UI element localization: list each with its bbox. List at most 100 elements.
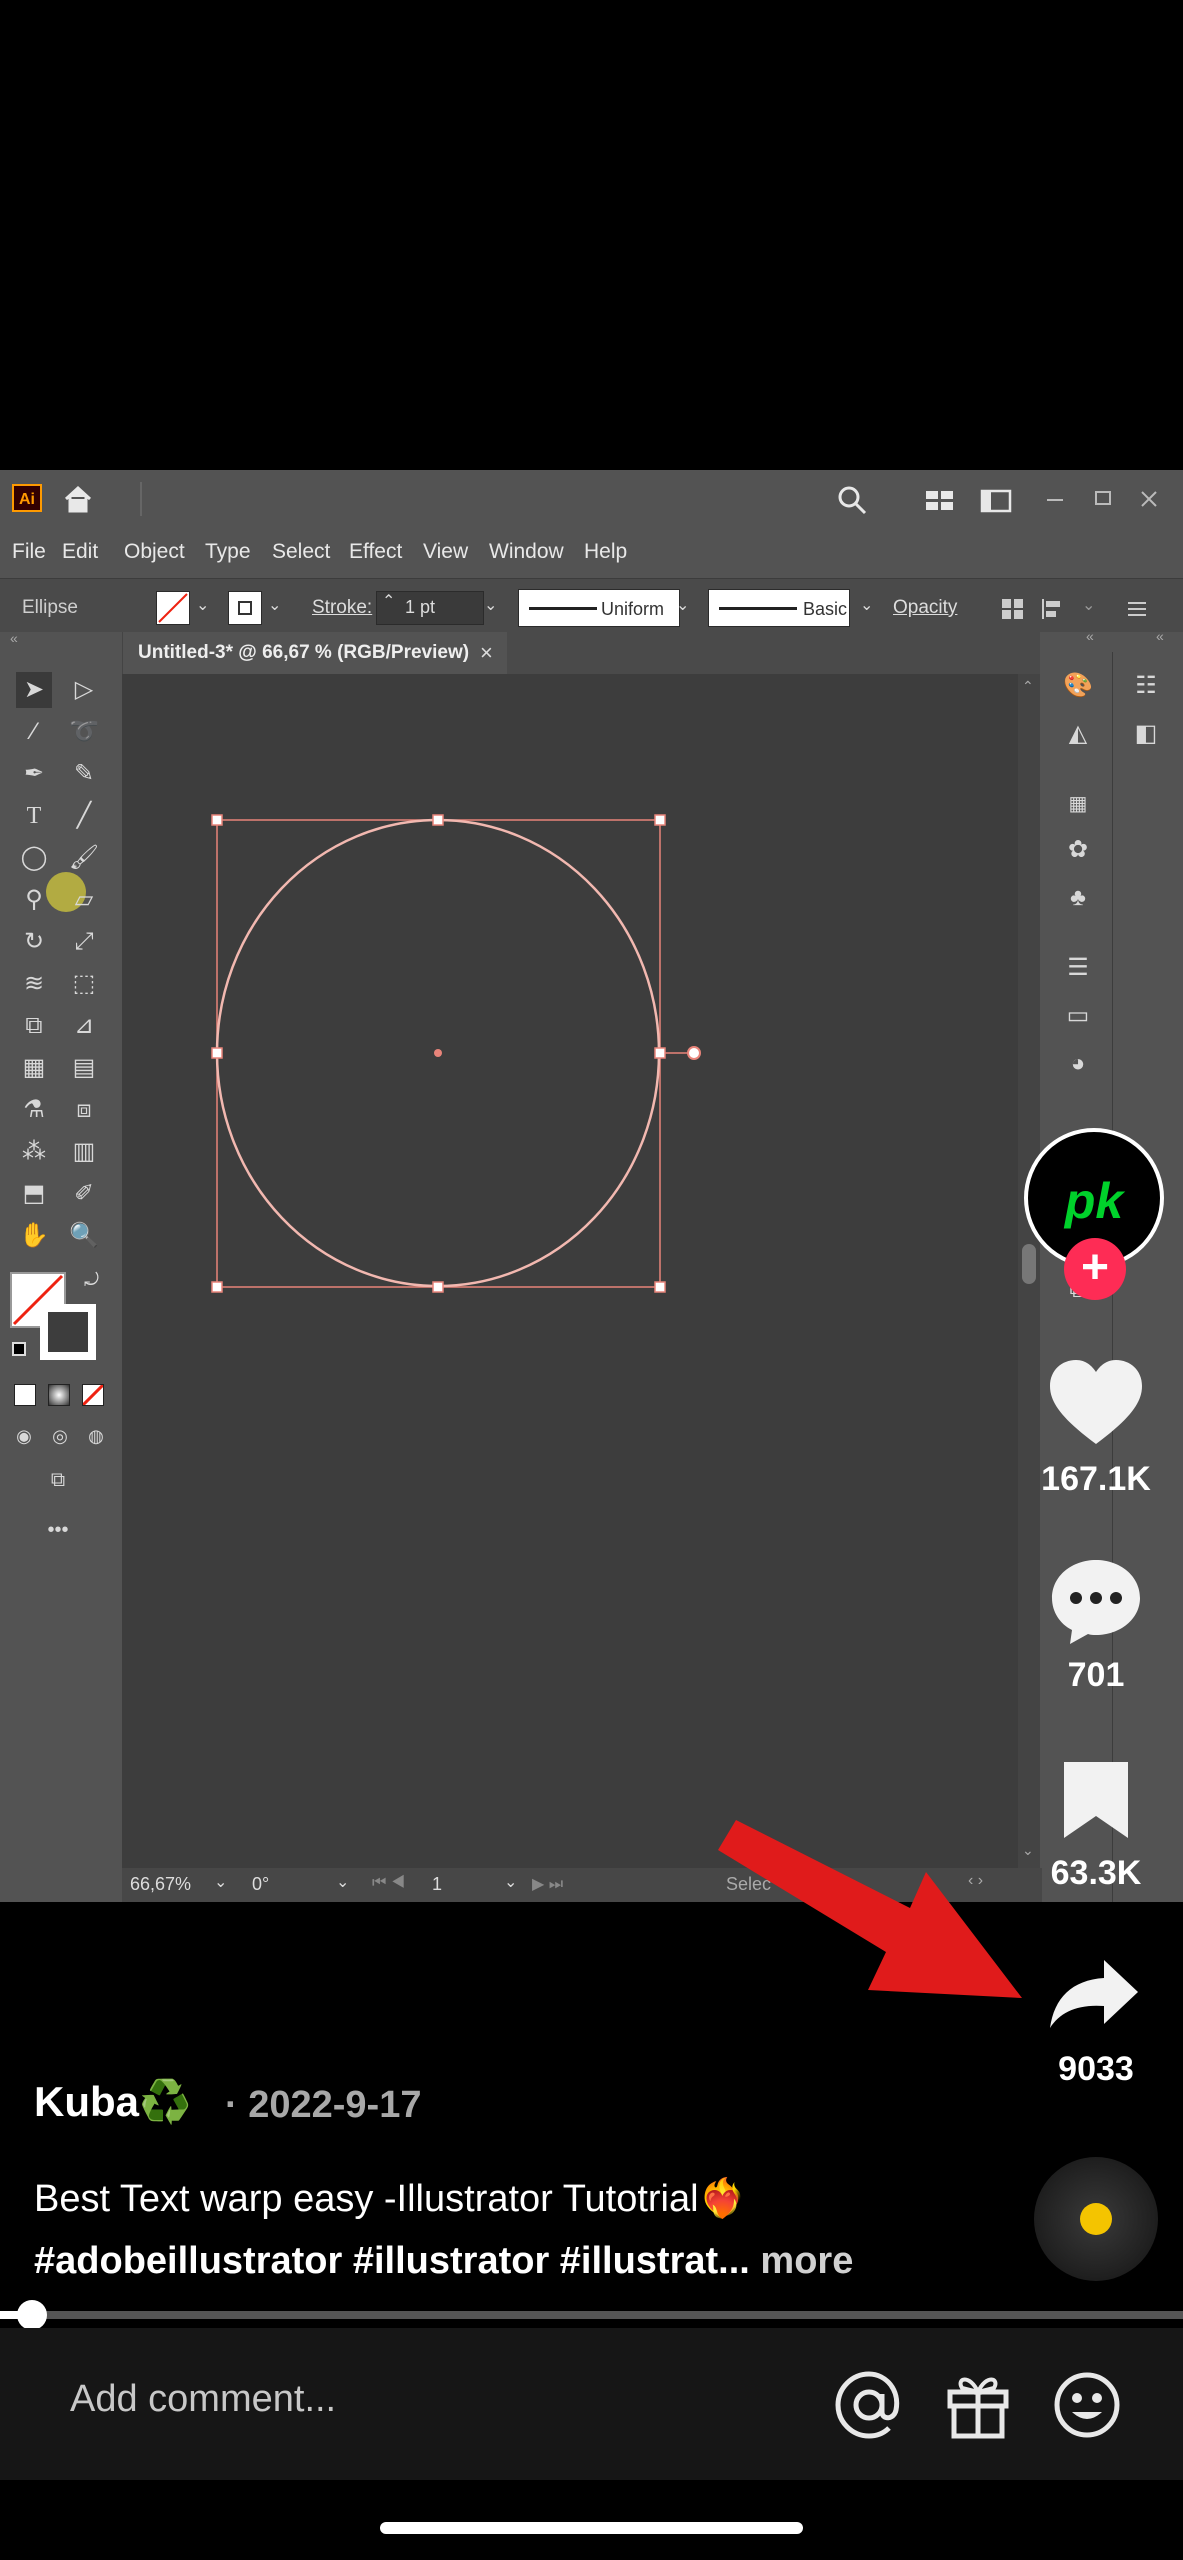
symbol-sprayer-tool-icon[interactable]: ⁂ [16, 1134, 52, 1170]
type-tool-icon[interactable]: T [16, 798, 52, 834]
color-palette-icon[interactable]: 🎨 [1060, 668, 1096, 704]
ellipse-tool-icon[interactable]: ◯ [16, 840, 52, 876]
collapse-panel-icon[interactable]: « [1086, 628, 1094, 644]
stroke-weight-chevron-down-icon[interactable]: ⌄ [484, 595, 497, 615]
color-mode-icon[interactable] [14, 1384, 36, 1406]
rotation-value[interactable]: 0° [252, 1874, 269, 1895]
scroll-thumb[interactable] [1022, 1244, 1036, 1284]
handle-top-right[interactable] [654, 814, 666, 826]
follow-button[interactable]: + [1064, 1238, 1126, 1300]
color-guide-icon[interactable]: ◭ [1060, 716, 1096, 752]
warp-tool-icon[interactable]: ≋ [16, 966, 52, 1002]
symbols-icon[interactable]: ♣ [1060, 880, 1096, 916]
eyedropper-tool-icon[interactable]: ⚗ [16, 1092, 52, 1128]
handle-left[interactable] [211, 1047, 223, 1059]
handle-bottom[interactable] [432, 1281, 444, 1293]
zoom-level[interactable]: 66,67% [130, 1874, 191, 1895]
handle-top[interactable] [432, 814, 444, 826]
comment-icon[interactable] [1048, 1558, 1144, 1644]
swap-colors-icon[interactable]: ⤾ [84, 1270, 99, 1291]
music-disc[interactable] [1034, 2157, 1158, 2281]
stroke-stepper-icon[interactable]: ⌃ [382, 591, 395, 611]
share-icon[interactable] [1048, 1958, 1140, 2030]
handle-bottom-left[interactable] [211, 1281, 223, 1293]
swatches-icon[interactable]: ▦ [1060, 786, 1096, 822]
opacity-label[interactable]: Opacity [893, 597, 957, 619]
variable-width-profile[interactable]: Uniform [518, 589, 680, 627]
rotation-chevron-down-icon[interactable]: ⌄ [336, 1872, 349, 1892]
profile-chevron-down-icon[interactable]: ⌄ [676, 595, 689, 615]
fill-chevron-down-icon[interactable]: ⌄ [196, 595, 209, 615]
artboard-canvas[interactable] [122, 674, 1018, 1870]
scale-tool-icon[interactable]: ⤢ [66, 924, 102, 960]
menu-window[interactable]: Window [489, 540, 564, 564]
first-artboard-icon[interactable]: ⏮ ◀ [372, 1874, 405, 1892]
gradient-mode-icon[interactable] [48, 1384, 70, 1406]
pie-widget-handle[interactable] [687, 1046, 701, 1060]
emoji-icon[interactable] [1052, 2370, 1122, 2440]
caption-hashtags[interactable]: #adobeillustrator #illustrator #illustra… [34, 2240, 853, 2283]
brush-definition[interactable]: Basic [708, 589, 850, 627]
menu-effect[interactable]: Effect [349, 540, 402, 564]
perspective-grid-tool-icon[interactable]: ⊿ [66, 1008, 102, 1044]
scroll-up-icon[interactable]: ⌃ [1022, 678, 1034, 695]
transparency-panel-icon[interactable]: ◕ [1060, 1046, 1096, 1082]
gift-icon[interactable] [944, 2370, 1012, 2440]
document-tab-close-icon[interactable]: × [480, 640, 493, 666]
menu-edit[interactable]: Edit [62, 540, 98, 564]
none-mode-icon[interactable] [81, 1383, 105, 1407]
document-tab-title[interactable]: Untitled-3* @ 66,67 % (RGB/Preview) [138, 642, 469, 664]
hashtags[interactable]: #adobeillustrator #illustrator #illustra… [34, 2240, 750, 2282]
stroke-weight-value[interactable]: 1 pt [405, 597, 435, 617]
line-tool-icon[interactable]: ╱ [66, 798, 102, 834]
gradient-panel-icon[interactable]: ▭ [1060, 998, 1096, 1034]
distribute-chevron-down-icon[interactable]: ⌄ [1082, 595, 1095, 615]
default-colors-icon[interactable] [12, 1342, 26, 1356]
username[interactable]: Kuba♻️ [34, 2078, 191, 2127]
window-icon[interactable] [980, 488, 1012, 514]
menu-file[interactable]: File [12, 540, 46, 564]
slice-tool-icon[interactable]: ✐ [66, 1176, 102, 1212]
fill-swatch[interactable] [156, 591, 190, 625]
arrange-icon[interactable] [924, 488, 956, 514]
comment-input[interactable]: Add comment... [70, 2378, 336, 2421]
next-artboard-icon[interactable]: ▶ ⏭ [532, 1874, 563, 1894]
pen-tool-icon[interactable]: ✒ [16, 756, 52, 792]
lasso-tool-icon[interactable]: ➰ [66, 714, 102, 750]
shape-builder-tool-icon[interactable]: ⧉ [16, 1008, 52, 1044]
minimize-icon[interactable] [1044, 488, 1066, 510]
stroke-color-swatch[interactable] [40, 1304, 96, 1360]
stroke-label[interactable]: Stroke: [312, 597, 372, 619]
shaper-tool-icon[interactable]: ⚲ [16, 882, 52, 918]
libraries-panel-icon[interactable]: ◧ [1128, 716, 1164, 752]
zoom-tool-icon[interactable]: 🔍 [66, 1218, 102, 1254]
selection-tool-icon[interactable]: ➤ [16, 672, 52, 708]
mention-icon[interactable] [834, 2370, 904, 2440]
hand-tool-icon[interactable]: ✋ [16, 1218, 52, 1254]
artboard-number[interactable]: 1 [432, 1874, 442, 1895]
search-icon[interactable] [836, 484, 868, 516]
maximize-icon[interactable] [1092, 488, 1114, 510]
draw-inside-icon[interactable]: ◍ [78, 1418, 114, 1454]
more-link[interactable]: more [760, 2240, 853, 2282]
collapse-panel-icon[interactable]: « [1156, 628, 1164, 644]
eraser-tool-icon[interactable]: ▱ [66, 882, 102, 918]
edit-toolbar-icon[interactable]: ••• [40, 1512, 76, 1548]
zoom-chevron-down-icon[interactable]: ⌄ [214, 1872, 227, 1892]
menu-view[interactable]: View [423, 540, 468, 564]
paintbrush-tool-icon[interactable]: 🖌 [66, 840, 102, 876]
gradient-tool-icon[interactable]: ▤ [66, 1050, 102, 1086]
artboard-chevron-down-icon[interactable]: ⌄ [504, 1872, 517, 1892]
close-icon[interactable] [1138, 488, 1160, 510]
menu-select[interactable]: Select [272, 540, 330, 564]
brush-chevron-down-icon[interactable]: ⌄ [860, 595, 873, 615]
curvature-tool-icon[interactable]: ✎ [66, 756, 102, 792]
rotate-tool-icon[interactable]: ↻ [16, 924, 52, 960]
menu-help[interactable]: Help [584, 540, 627, 564]
align-icon[interactable] [1000, 597, 1026, 621]
artboard-tool-icon[interactable]: ⬒ [16, 1176, 52, 1212]
distribute-icon[interactable] [1040, 597, 1072, 621]
heart-icon[interactable] [1048, 1360, 1144, 1446]
draw-behind-icon[interactable]: ◎ [42, 1418, 78, 1454]
free-transform-tool-icon[interactable]: ⬚ [66, 966, 102, 1002]
